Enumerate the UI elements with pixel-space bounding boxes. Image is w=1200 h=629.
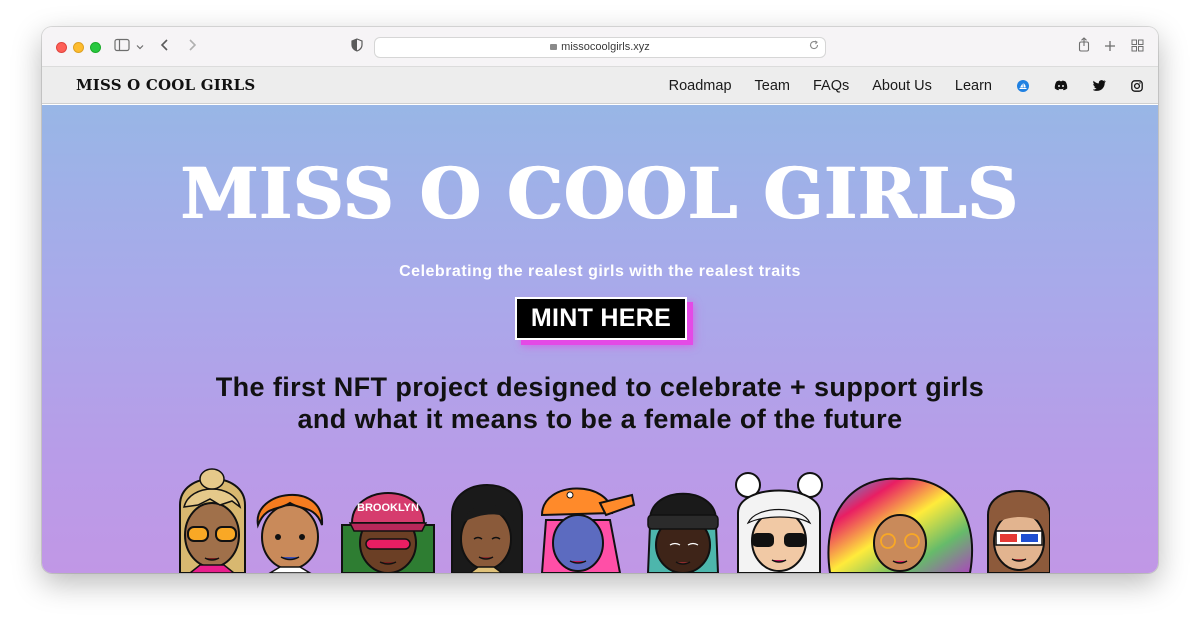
tagline-line-2: and what it means to be a female of the …: [297, 404, 903, 434]
nav-link-roadmap[interactable]: Roadmap: [669, 78, 732, 94]
forward-arrow-icon[interactable]: [187, 37, 197, 57]
tagline-line-1: The first NFT project designed to celebr…: [215, 372, 985, 402]
url-text: missocoolgirls.xyz: [561, 41, 650, 53]
tab-overview-icon[interactable]: [1131, 37, 1144, 57]
character-3d-glasses: [987, 490, 1050, 573]
hero-section: MISS O COOL GIRLS Celebrating the reales…: [42, 105, 1158, 573]
sidebar-toggle-icon[interactable]: [114, 37, 130, 57]
character-brooklyn-cap: BROOKLYN: [341, 492, 435, 573]
nav-link-faqs[interactable]: FAQs: [813, 78, 849, 94]
character-white-buns: [735, 472, 823, 573]
opensea-icon[interactable]: [1016, 79, 1030, 93]
character-orange-curls: [256, 493, 324, 573]
character-orange-cap: [540, 487, 636, 573]
hero-subtitle: Celebrating the realest girls with the r…: [399, 263, 801, 280]
character-black-beanie: [646, 492, 720, 573]
close-window-button[interactable]: [56, 42, 67, 53]
instagram-icon[interactable]: [1130, 79, 1144, 93]
privacy-shield-icon[interactable]: [351, 37, 363, 57]
nft-characters-illustration: BROOKLYN: [179, 468, 1050, 573]
brand-logo-text[interactable]: MISS O COOL GIRLS: [76, 76, 255, 94]
site-navbar: MISS O COOL GIRLS Roadmap Team FAQs Abou…: [42, 67, 1158, 104]
character-blonde-sunglasses: [179, 468, 246, 573]
hero-tagline: The first NFT project designed to celebr…: [42, 371, 1158, 435]
back-arrow-icon[interactable]: [160, 37, 170, 57]
twitter-icon[interactable]: [1092, 79, 1106, 93]
nav-link-learn[interactable]: Learn: [955, 78, 992, 94]
cap-text: BROOKLYN: [357, 502, 419, 514]
new-tab-icon[interactable]: [1104, 37, 1116, 57]
browser-titlebar: missocoolgirls.xyz: [42, 27, 1158, 67]
browser-window: missocoolgirls.xyz MISS O COOL GIRLS Roa…: [42, 27, 1158, 573]
character-rainbow-locs: [827, 477, 973, 573]
share-icon[interactable]: [1078, 37, 1090, 57]
character-black-bob: [451, 484, 523, 573]
nav-links: Roadmap Team FAQs About Us Learn: [646, 67, 1144, 104]
maximize-window-button[interactable]: [90, 42, 101, 53]
chevron-down-icon[interactable]: [136, 38, 144, 58]
address-bar[interactable]: missocoolgirls.xyz: [374, 37, 826, 58]
nav-link-about-us[interactable]: About Us: [872, 78, 932, 94]
reload-icon[interactable]: [809, 38, 819, 57]
nav-link-team[interactable]: Team: [755, 78, 790, 94]
mint-here-button[interactable]: MINT HERE: [515, 297, 687, 340]
discord-icon[interactable]: [1054, 79, 1068, 93]
lock-icon: [550, 44, 558, 50]
hero-title: MISS O COOL GIRLS: [180, 152, 1020, 235]
minimize-window-button[interactable]: [73, 42, 84, 53]
